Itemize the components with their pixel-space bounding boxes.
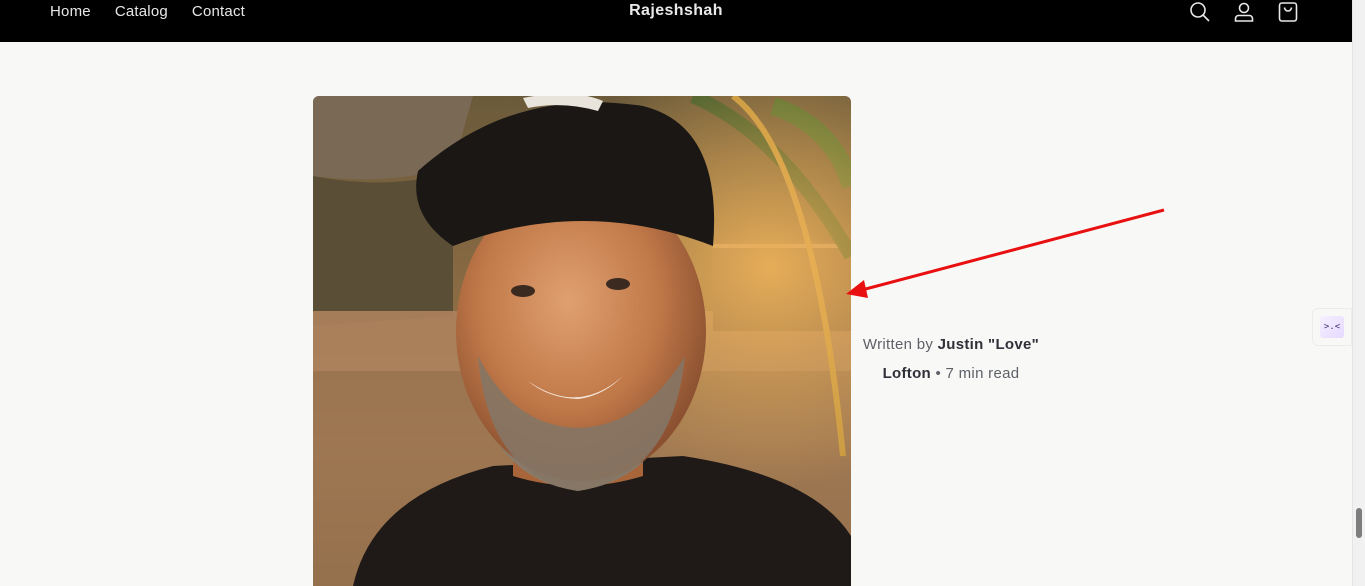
page-scrollbar[interactable] — [1352, 0, 1365, 586]
annotation-arrow — [846, 208, 1165, 298]
scrollbar-thumb[interactable] — [1356, 508, 1362, 538]
widget-logo-icon: >.< — [1320, 316, 1344, 338]
floating-widget-button[interactable]: >.< — [1312, 308, 1352, 346]
